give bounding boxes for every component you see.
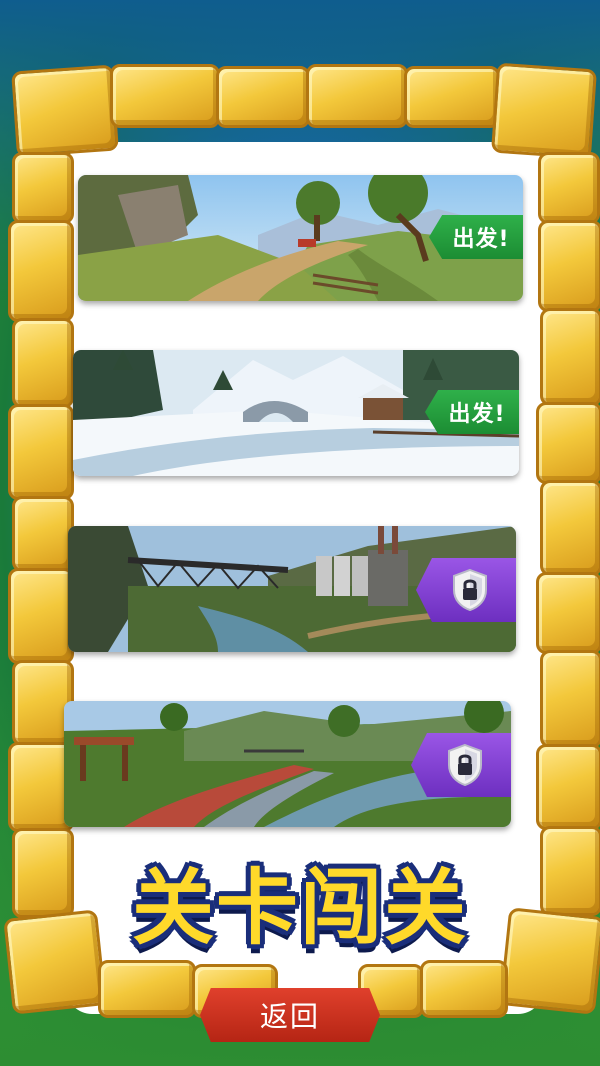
level-4-locked-button[interactable] [411,733,511,797]
frame-stone [110,64,220,128]
frame-stone [98,960,196,1018]
level-card-river-path[interactable] [64,701,511,827]
frame-stone [404,66,500,128]
frame-stone [536,744,600,830]
frame-stone [216,66,310,128]
lock-shield-icon [453,568,487,612]
frame-stone [536,402,600,484]
frame-stone [8,220,74,322]
back-button[interactable]: 返回 [200,988,380,1042]
frame-stone [12,152,74,224]
level-card-snow-bridge[interactable]: 出发! [73,350,519,476]
frame-stone [306,64,408,128]
frame-stone [538,220,600,312]
frame-stone [536,572,600,654]
page-title: 关卡闯关 [131,860,468,956]
frame-stone [8,568,74,664]
frame-stone [420,960,508,1018]
level-card-industrial-bridge[interactable] [68,526,516,652]
frame-stone [12,318,74,408]
lock-shield-icon [448,743,482,787]
frame-stone [490,62,598,160]
level-card-mountain-road[interactable]: 出发! [78,175,523,301]
level-1-start-button[interactable]: 出发! [429,215,523,259]
frame-stone [8,404,74,500]
frame-stone [12,828,74,918]
frame-stone [12,496,74,572]
frame-stone [11,64,119,158]
frame-stone [540,480,600,576]
frame-stone [540,650,600,748]
level-3-locked-button[interactable] [416,558,516,622]
level-2-start-button[interactable]: 出发! [425,390,519,434]
frame-stone [540,308,600,406]
frame-stone [538,152,600,224]
frame-stone [540,826,600,916]
